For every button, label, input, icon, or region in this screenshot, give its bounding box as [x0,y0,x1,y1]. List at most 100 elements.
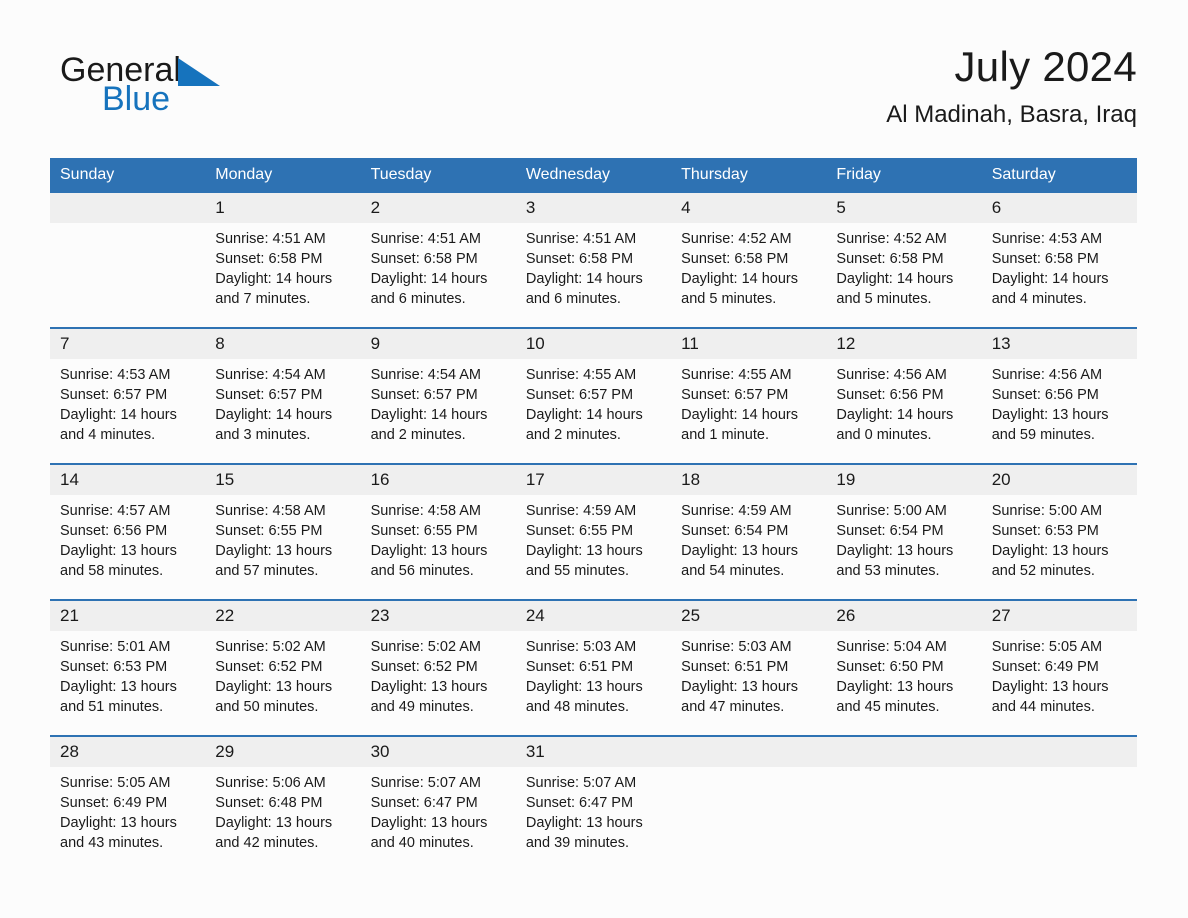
day-details-23[interactable]: Sunrise: 5:02 AM Sunset: 6:52 PM Daylight:… [360,631,516,736]
day-details-14[interactable]: Sunrise: 4:57 AM Sunset: 6:56 PM Daylight:… [50,495,206,600]
day-details-2[interactable]: Sunrise: 4:51 AM Sunset: 6:58 PM Daylight:… [360,223,516,328]
day-number-12[interactable]: 12 [826,327,982,359]
day-detail-line: Sunrise: 5:04 AM [836,639,947,655]
day-details-7[interactable]: Sunrise: 4:53 AM Sunset: 6:57 PM Daylight:… [50,359,206,464]
day-number-2[interactable]: 2 [360,193,516,223]
day-details-30[interactable]: Sunrise: 5:07 AM Sunset: 6:47 PM Daylight:… [360,767,516,871]
day-detail-line: Daylight: 13 hours [991,407,1109,423]
day-detail-line: Daylight: 14 hours [991,271,1109,287]
day-number-15[interactable]: 15 [205,463,361,495]
day-detail-line: Daylight: 13 hours [370,543,488,559]
day-details-10[interactable]: Sunrise: 4:55 AM Sunset: 6:57 PM Daylight:… [515,359,672,464]
day-detail-line: Sunset: 6:58 PM [991,251,1099,267]
day-details-15[interactable]: Sunrise: 4:58 AM Sunset: 6:55 PM Daylight:… [205,495,361,600]
day-details-31[interactable]: Sunrise: 5:07 AM Sunset: 6:47 PM Daylight:… [515,767,672,871]
day-detail-line: Sunrise: 5:05 AM [991,639,1103,655]
weekday-header-tuesday: Tuesday [360,158,516,193]
day-detail-line: and 56 minutes. [370,563,474,579]
day-number-20[interactable]: 20 [981,463,1137,495]
day-details-1[interactable]: Sunrise: 4:51 AM Sunset: 6:58 PM Daylight:… [205,223,361,328]
day-number-1[interactable]: 1 [205,193,361,223]
day-detail-line: Daylight: 14 hours [370,271,488,287]
day-number-28[interactable]: 28 [50,735,206,767]
day-details-5[interactable]: Sunrise: 4:52 AM Sunset: 6:58 PM Daylight:… [826,223,982,328]
day-number-19[interactable]: 19 [826,463,982,495]
day-details-9[interactable]: Sunrise: 4:54 AM Sunset: 6:57 PM Daylight:… [360,359,516,464]
day-number-23[interactable]: 23 [360,599,516,631]
day-number-29[interactable]: 29 [205,735,361,767]
day-number-22[interactable]: 22 [205,599,361,631]
day-details-17[interactable]: Sunrise: 4:59 AM Sunset: 6:55 PM Daylight:… [515,495,672,600]
day-number-11[interactable]: 11 [671,327,827,359]
day-detail-line: Sunset: 6:54 PM [681,523,789,539]
day-number-10[interactable]: 10 [515,327,672,359]
day-detail-line: Sunrise: 4:52 AM [681,231,792,247]
day-detail-line: Daylight: 14 hours [60,407,177,423]
page-header: General Blue July 2024 Al Madinah, Basra… [50,40,1137,150]
day-number-16[interactable]: 16 [360,463,516,495]
logo-general-text: General [60,51,181,89]
day-detail-line: Sunrise: 4:58 AM [215,503,326,519]
day-number-25[interactable]: 25 [671,599,827,631]
day-number-8[interactable]: 8 [205,327,361,359]
weekday-header-thursday: Thursday [671,158,827,193]
day-number-7[interactable]: 7 [50,327,206,359]
day-detail-line: and 3 minutes. [215,427,311,443]
day-detail-line: and 2 minutes. [525,427,621,443]
day-details-29[interactable]: Sunrise: 5:06 AM Sunset: 6:48 PM Daylight:… [205,767,361,871]
day-number-27[interactable]: 27 [981,599,1137,631]
day-details-22[interactable]: Sunrise: 5:02 AM Sunset: 6:52 PM Daylight:… [205,631,361,736]
day-detail-line: and 7 minutes. [215,291,311,307]
day-details-25[interactable]: Sunrise: 5:03 AM Sunset: 6:51 PM Daylight:… [671,631,827,736]
day-details-16[interactable]: Sunrise: 4:58 AM Sunset: 6:55 PM Daylight:… [360,495,516,600]
day-detail-line: and 59 minutes. [991,427,1095,443]
day-detail-line: and 45 minutes. [836,699,940,715]
day-number-5[interactable]: 5 [826,193,982,223]
day-details-20[interactable]: Sunrise: 5:00 AM Sunset: 6:53 PM Daylight:… [981,495,1137,600]
day-details-6[interactable]: Sunrise: 4:53 AM Sunset: 6:58 PM Daylight:… [981,223,1137,328]
day-number-31[interactable]: 31 [515,735,672,767]
day-details-12[interactable]: Sunrise: 4:56 AM Sunset: 6:56 PM Daylight:… [826,359,982,464]
day-detail-line: Sunset: 6:58 PM [525,251,634,267]
day-detail-line: Sunset: 6:54 PM [836,523,944,539]
day-details-3[interactable]: Sunrise: 4:51 AM Sunset: 6:58 PM Daylight:… [515,223,672,328]
day-detail-line: Sunrise: 4:51 AM [370,231,481,247]
day-number-21[interactable]: 21 [50,599,206,631]
day-detail-line: Sunset: 6:49 PM [991,659,1099,675]
day-number-6[interactable]: 6 [981,193,1137,223]
day-details-4[interactable]: Sunrise: 4:52 AM Sunset: 6:58 PM Daylight:… [671,223,827,328]
day-detail-line: Sunrise: 5:00 AM [836,503,947,519]
day-details-27[interactable]: Sunrise: 5:05 AM Sunset: 6:49 PM Daylight:… [981,631,1137,736]
day-number-30[interactable]: 30 [360,735,516,767]
day-detail-line: Daylight: 13 hours [215,543,333,559]
day-details-21[interactable]: Sunrise: 5:01 AM Sunset: 6:53 PM Daylight:… [50,631,206,736]
day-number-9[interactable]: 9 [360,327,516,359]
day-detail-line: Daylight: 13 hours [60,679,177,695]
day-number-24[interactable]: 24 [515,599,672,631]
weekday-header-monday: Monday [205,158,361,193]
day-number-3[interactable]: 3 [515,193,672,223]
day-detail-line: and 49 minutes. [370,699,474,715]
day-details-28[interactable]: Sunrise: 5:05 AM Sunset: 6:49 PM Daylight:… [50,767,206,871]
day-number-26[interactable]: 26 [826,599,982,631]
day-details-11[interactable]: Sunrise: 4:55 AM Sunset: 6:57 PM Daylight:… [671,359,827,464]
week-detail-row: Sunrise: 4:53 AM Sunset: 6:57 PM Daylight:… [50,359,1137,464]
day-details-19[interactable]: Sunrise: 5:00 AM Sunset: 6:54 PM Daylight:… [826,495,982,600]
title-block: July 2024 Al Madinah, Basra, Iraq [886,40,1137,132]
generalblue-logo[interactable]: General Blue [60,50,320,140]
day-number-17[interactable]: 17 [515,463,672,495]
day-details-24[interactable]: Sunrise: 5:03 AM Sunset: 6:51 PM Daylight:… [515,631,672,736]
day-detail-line: Sunrise: 5:03 AM [681,639,792,655]
day-details-13[interactable]: Sunrise: 4:56 AM Sunset: 6:56 PM Daylight:… [981,359,1137,464]
day-details-8[interactable]: Sunrise: 4:54 AM Sunset: 6:57 PM Daylight:… [205,359,361,464]
day-details-18[interactable]: Sunrise: 4:59 AM Sunset: 6:54 PM Daylight:… [671,495,827,600]
day-number-13[interactable]: 13 [981,327,1137,359]
day-detail-line: Daylight: 13 hours [215,815,333,831]
day-number-18[interactable]: 18 [671,463,827,495]
day-detail-line: and 51 minutes. [60,699,164,715]
day-number-14[interactable]: 14 [50,463,206,495]
week-daynumber-row: 28 29 30 31 [50,735,1137,767]
day-number-4[interactable]: 4 [671,193,827,223]
day-detail-line: Daylight: 14 hours [836,271,954,287]
day-details-26[interactable]: Sunrise: 5:04 AM Sunset: 6:50 PM Daylight:… [826,631,982,736]
